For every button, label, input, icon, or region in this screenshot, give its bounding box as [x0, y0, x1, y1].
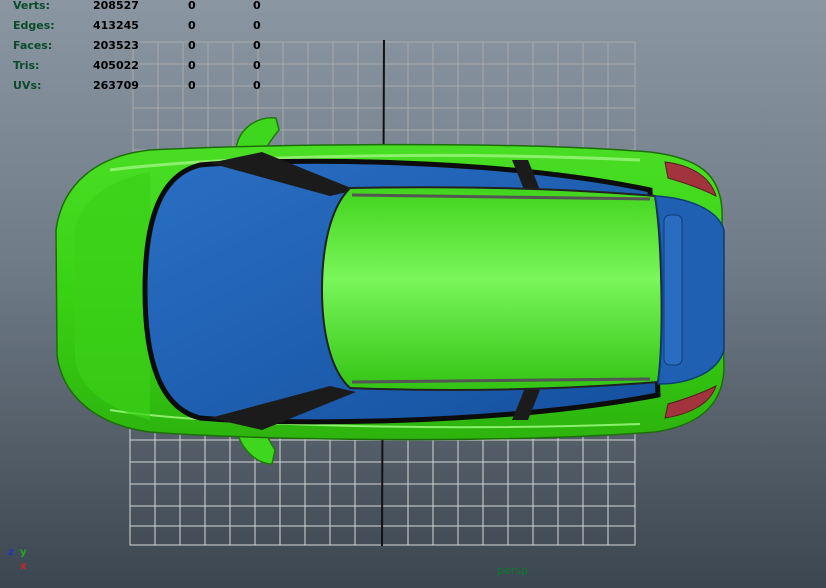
car-hood — [75, 172, 150, 420]
stat-value-scene: 208527 — [93, 0, 139, 12]
stat-value-scene: 405022 — [93, 59, 139, 72]
axis-y-label: y — [20, 547, 27, 558]
stat-label: Edges: — [13, 19, 55, 32]
stat-value-scene: 203523 — [93, 39, 139, 52]
stat-label: Tris: — [13, 59, 40, 72]
3d-viewport[interactable]: Verts: 208527 0 0 Edges: 413245 0 0 Face… — [0, 0, 826, 588]
stat-value-scene: 263709 — [93, 79, 139, 92]
view-axis-indicator: z y x — [6, 545, 36, 575]
stat-value-component: 0 — [253, 79, 261, 92]
car-rear-spoiler — [663, 214, 683, 366]
stat-label: Faces: — [13, 39, 53, 52]
stat-value-component: 0 — [253, 39, 261, 52]
stat-value-selected: 0 — [188, 19, 196, 32]
camera-name-label: persp — [497, 564, 528, 577]
axis-x-label: x — [20, 561, 27, 572]
stat-value-selected: 0 — [188, 59, 196, 72]
stat-value-component: 0 — [253, 19, 261, 32]
axis-z-label: z — [8, 547, 14, 558]
stat-label: Verts: — [13, 0, 51, 12]
stat-value-selected: 0 — [188, 0, 196, 12]
car-roof — [320, 186, 663, 391]
stat-value-scene: 413245 — [93, 19, 139, 32]
stat-value-component: 0 — [253, 59, 261, 72]
stat-label: UVs: — [13, 79, 42, 92]
stat-value-selected: 0 — [188, 39, 196, 52]
stat-value-selected: 0 — [188, 79, 196, 92]
stat-value-component: 0 — [253, 0, 261, 12]
